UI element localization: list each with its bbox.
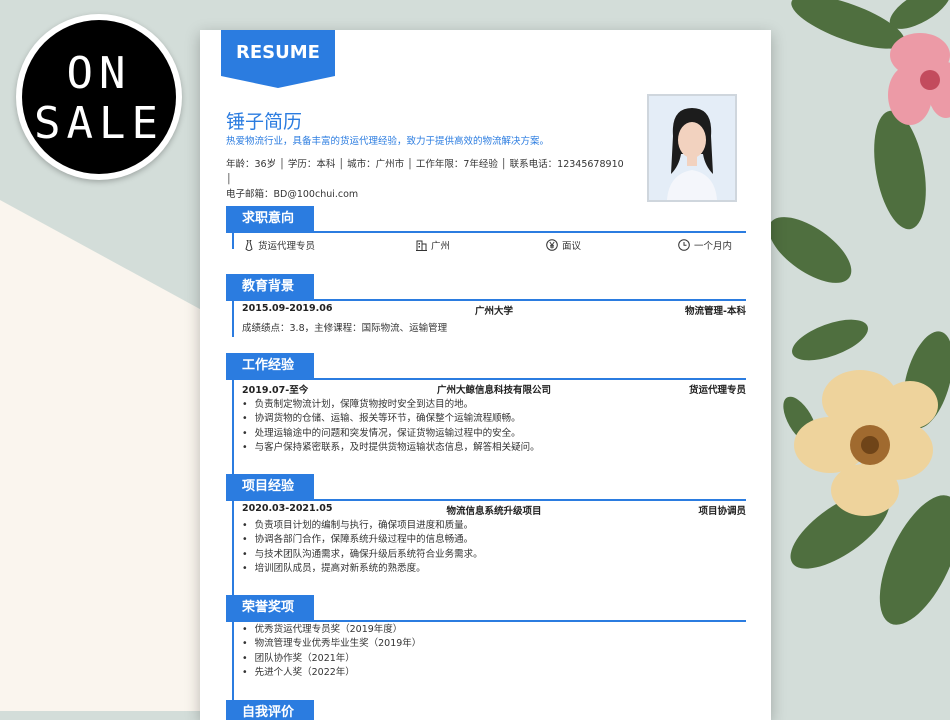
section-title-self-evaluation: 自我评价: [226, 700, 314, 720]
section-title-project: 项目经验: [226, 474, 314, 499]
resume-page: RESUME 锤子简历 热爱物流行业，具备丰富的货运代理经验，致力于提供高效的物…: [200, 30, 771, 720]
profile-photo: [647, 94, 737, 202]
intent-city-text: 广州: [431, 241, 451, 252]
section-divider: [226, 231, 746, 233]
section-title-education: 教育背景: [226, 274, 314, 299]
project-role: 项目协调员: [698, 506, 746, 517]
list-item: 培训团队成员，提高对新系统的熟悉度。: [242, 562, 483, 576]
resume-tagline: 热爱物流行业，具备丰富的货运代理经验，致力于提供高效的物流解决方案。: [226, 136, 550, 147]
section-work: 工作经验 2019.07-至今 广州大鲸信息科技有限公司 货运代理专员 负责制定…: [226, 353, 746, 478]
list-item: 团队协作奖（2021年）: [242, 652, 421, 666]
sale-line-sale: SALE: [34, 98, 164, 149]
work-company: 广州大鲸信息科技有限公司: [436, 385, 551, 396]
education-header-row: 2015.09-2019.06 广州大学 物流管理-本科: [242, 303, 746, 317]
resume-name: 锤子简历: [226, 111, 303, 133]
section-divider: [226, 299, 746, 301]
section-vertical-line: [232, 499, 234, 599]
clock-icon: [678, 239, 690, 251]
project-duty-list: 负责项目计划的编制与执行，确保项目进度和质量。 协调各部门合作，保障系统升级过程…: [242, 519, 483, 576]
list-item: 协调各部门合作，保障系统升级过程中的信息畅通。: [242, 533, 483, 547]
resume-ribbon: RESUME: [221, 30, 335, 88]
list-item: 与客户保持紧密联系，及时提供货物运输状态信息，解答相关疑问。: [242, 441, 540, 455]
personal-info-line1: 年龄：36岁 │ 学历：本科 │ 城市：广州市 │ 工作年限：7年经验 │ 联系…: [226, 159, 624, 185]
work-header-row: 2019.07-至今 广州大鲸信息科技有限公司 货运代理专员: [242, 382, 746, 396]
list-item: 先进个人奖（2022年）: [242, 666, 421, 680]
work-duty-list: 负责制定物流计划，保障货物按时安全到达目的地。 协调货物的仓储、运输、报关等环节…: [242, 398, 540, 455]
list-item: 协调货物的仓储、运输、报关等环节，确保整个运输流程顺畅。: [242, 412, 540, 426]
awards-list: 优秀货运代理专员奖（2019年度） 物流管理专业优秀毕业生奖（2019年） 团队…: [242, 623, 422, 680]
list-item: 负责项目计划的编制与执行，确保项目进度和质量。: [242, 519, 483, 533]
intent-salary: 面议: [546, 238, 581, 252]
project-name: 物流信息系统升级项目: [446, 506, 542, 517]
section-title-awards: 荣誉奖项: [226, 595, 314, 620]
section-awards: 荣誉奖项 优秀货运代理专员奖（2019年度） 物流管理专业优秀毕业生奖（2019…: [226, 595, 746, 708]
list-item: 负责制定物流计划，保障货物按时安全到达目的地。: [242, 398, 540, 412]
work-role: 货运代理专员: [688, 385, 746, 396]
section-title-job-intent: 求职意向: [226, 206, 314, 231]
intent-position-text: 货运代理专员: [258, 241, 316, 252]
intent-availability-text: 一个月内: [694, 241, 733, 252]
list-item: 优秀货运代理专员奖（2019年度）: [242, 623, 421, 637]
section-vertical-line: [232, 378, 234, 478]
personal-info: 年龄：36岁 │ 学历：本科 │ 城市：广州市 │ 工作年限：7年经验 │ 联系…: [226, 157, 626, 202]
floral-decoration: [770, 0, 950, 625]
list-item: 物流管理专业优秀毕业生奖（2019年）: [242, 637, 422, 651]
resume-ribbon-label: RESUME: [236, 42, 320, 63]
section-vertical-line: [232, 299, 234, 337]
building-icon: [416, 240, 427, 251]
personal-info-line2: 电子邮箱：BD@100chui.com: [226, 189, 359, 200]
project-header-row: 2020.03-2021.05 物流信息系统升级项目 项目协调员: [242, 503, 746, 517]
sale-line-on: ON: [66, 48, 132, 99]
intent-city: 广州: [416, 238, 450, 252]
section-project: 项目经验 2020.03-2021.05 物流信息系统升级项目 项目协调员 负责…: [226, 474, 746, 599]
section-self-evaluation: 自我评价: [226, 700, 746, 720]
list-item: 处理运输途中的问题和突发情况，保证货物运输过程中的安全。: [242, 427, 540, 441]
list-item: 与技术团队沟通需求，确保升级后系统符合业务需求。: [242, 548, 483, 562]
intent-availability: 一个月内: [678, 238, 732, 252]
section-education: 教育背景 2015.09-2019.06 广州大学 物流管理-本科 成绩绩点：3…: [226, 274, 746, 338]
intent-salary-text: 面议: [562, 241, 582, 252]
section-job-intent: 求职意向 货运代理专员 广州 面议 一个月内: [226, 206, 746, 252]
section-vertical-line: [232, 620, 234, 708]
section-vertical-line: [232, 231, 234, 249]
section-divider: [226, 620, 746, 622]
yen-icon: [546, 239, 558, 251]
education-major: 物流管理-本科: [685, 306, 746, 317]
on-sale-badge: ON SALE: [16, 14, 182, 180]
education-detail: 成绩绩点：3.8，主修课程：国际物流、运输管理: [242, 323, 448, 334]
section-title-work: 工作经验: [226, 353, 314, 378]
section-divider: [226, 378, 746, 380]
section-divider: [226, 499, 746, 501]
education-school: 广州大学: [474, 306, 513, 317]
intent-position: 货运代理专员: [244, 238, 315, 252]
tie-icon: [245, 239, 253, 252]
